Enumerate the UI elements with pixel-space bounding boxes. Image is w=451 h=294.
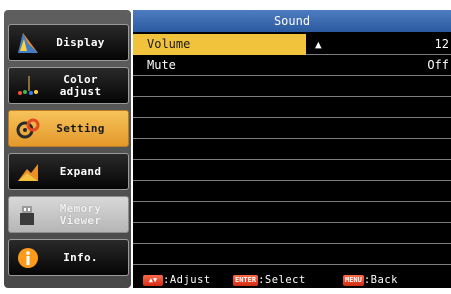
memory-viewer-icon (20, 206, 34, 225)
sound-panel: Sound Volume ▲︎ 12 Mute Off ▲▼:Adjust E… (133, 10, 451, 288)
expand-icon (18, 164, 38, 181)
mute-value: Off (427, 58, 449, 72)
select-label: :Select (258, 274, 306, 286)
list-item (133, 118, 451, 139)
setting-icon (16, 118, 40, 139)
sidebar-item-memory-viewer[interactable]: Memory Viewer (8, 196, 129, 233)
sidebar-item-expand[interactable]: Expand (8, 153, 129, 190)
select-hint: ENTER :Select (233, 274, 306, 286)
list-item (133, 160, 451, 181)
list-item (133, 244, 451, 265)
projector-menu: Display Color adjust Setting Expand Memo… (0, 0, 451, 294)
enter-key-icon: ENTER (233, 274, 259, 286)
volume-value: 12 (434, 37, 449, 51)
adjust-label: :Adjust (163, 274, 211, 286)
volume-row[interactable]: Volume ▲︎ 12 (133, 34, 451, 55)
color-adjust-icon (18, 76, 38, 95)
adjust-hint: ▲▼ :Adjust (143, 274, 211, 286)
sidebar: Display Color adjust Setting Expand Memo… (4, 10, 131, 288)
back-hint: MENU :Back (343, 274, 398, 286)
mute-label: Mute (147, 58, 176, 72)
list-item (133, 202, 451, 223)
sidebar-item-label: Memory Viewer (59, 201, 102, 227)
up-down-arrows-icon[interactable]: ▲︎ (315, 34, 322, 55)
list-item (133, 223, 451, 244)
list-item (133, 97, 451, 118)
list-item (133, 76, 451, 97)
volume-label: Volume (147, 37, 191, 51)
sidebar-item-color-adjust[interactable]: Color adjust (8, 67, 129, 104)
sidebar-item-label: Info. (63, 250, 98, 264)
sidebar-item-label: Setting (56, 121, 105, 135)
mute-row[interactable]: Mute Off (133, 55, 451, 76)
sidebar-item-info[interactable]: Info. (8, 239, 129, 276)
display-icon (18, 33, 38, 53)
list-item (133, 139, 451, 160)
sidebar-item-label: Expand (59, 164, 102, 178)
back-label: :Back (363, 274, 398, 286)
list-item (133, 181, 451, 202)
panel-title: Sound (133, 10, 451, 32)
sidebar-item-label: Display (56, 35, 105, 49)
sidebar-item-label: Color adjust (59, 72, 102, 98)
menu-key-icon: MENU (343, 274, 364, 286)
footer-hints: ▲▼ :Adjust ENTER :Select MENU :Back (133, 272, 451, 288)
up-down-key-icon: ▲▼ (143, 274, 163, 286)
sidebar-item-display[interactable]: Display (8, 24, 129, 61)
info-icon (18, 248, 38, 268)
settings-list: Volume ▲︎ 12 Mute Off (133, 34, 451, 265)
sidebar-item-setting[interactable]: Setting (8, 110, 129, 147)
